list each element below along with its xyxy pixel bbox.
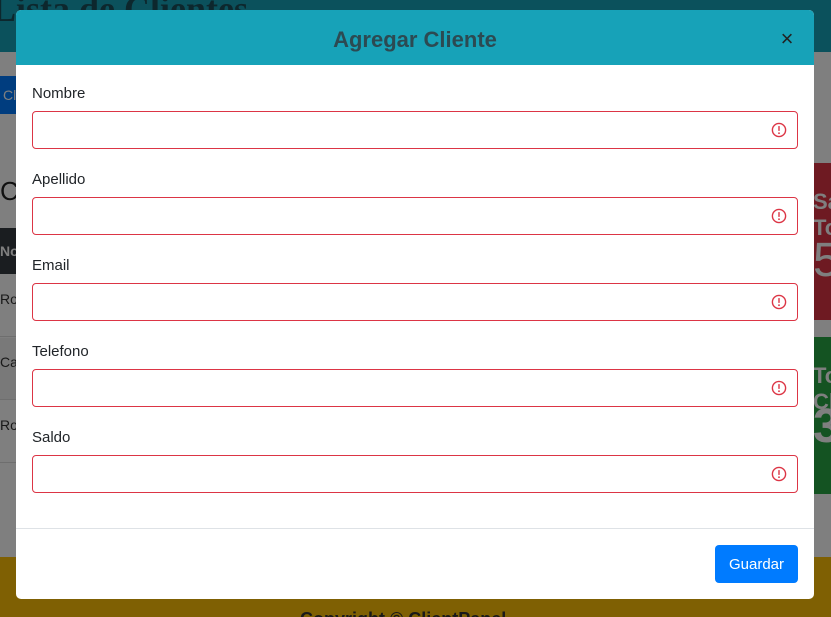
form-group-email: Email <box>32 257 798 321</box>
apellido-input[interactable] <box>32 197 798 235</box>
saldo-label: Saldo <box>32 429 71 446</box>
form-group-nombre: Nombre <box>32 85 798 149</box>
modal-body: Nombre Apellido Email Telefono Saldo <box>16 65 814 493</box>
telefono-input[interactable] <box>32 369 798 407</box>
email-label: Email <box>32 257 70 274</box>
modal-header: Agregar Cliente × <box>16 10 814 65</box>
close-icon[interactable]: × <box>778 28 796 50</box>
email-input[interactable] <box>32 283 798 321</box>
exclamation-circle-icon <box>771 466 787 482</box>
nombre-label: Nombre <box>32 85 86 102</box>
form-group-telefono: Telefono <box>32 343 798 407</box>
form-group-apellido: Apellido <box>32 171 798 235</box>
modal-title: Agregar Cliente <box>333 27 497 52</box>
apellido-label: Apellido <box>32 171 86 188</box>
exclamation-circle-icon <box>771 208 787 224</box>
form-group-saldo: Saldo <box>32 429 798 493</box>
modal-footer: Guardar <box>16 528 814 599</box>
save-button[interactable]: Guardar <box>715 545 798 583</box>
add-client-modal: Agregar Cliente × Nombre Apellido Email … <box>16 10 814 599</box>
telefono-label: Telefono <box>32 343 89 360</box>
saldo-input[interactable] <box>32 455 798 493</box>
nombre-input[interactable] <box>32 111 798 149</box>
exclamation-circle-icon <box>771 122 787 138</box>
exclamation-circle-icon <box>771 380 787 396</box>
exclamation-circle-icon <box>771 294 787 310</box>
